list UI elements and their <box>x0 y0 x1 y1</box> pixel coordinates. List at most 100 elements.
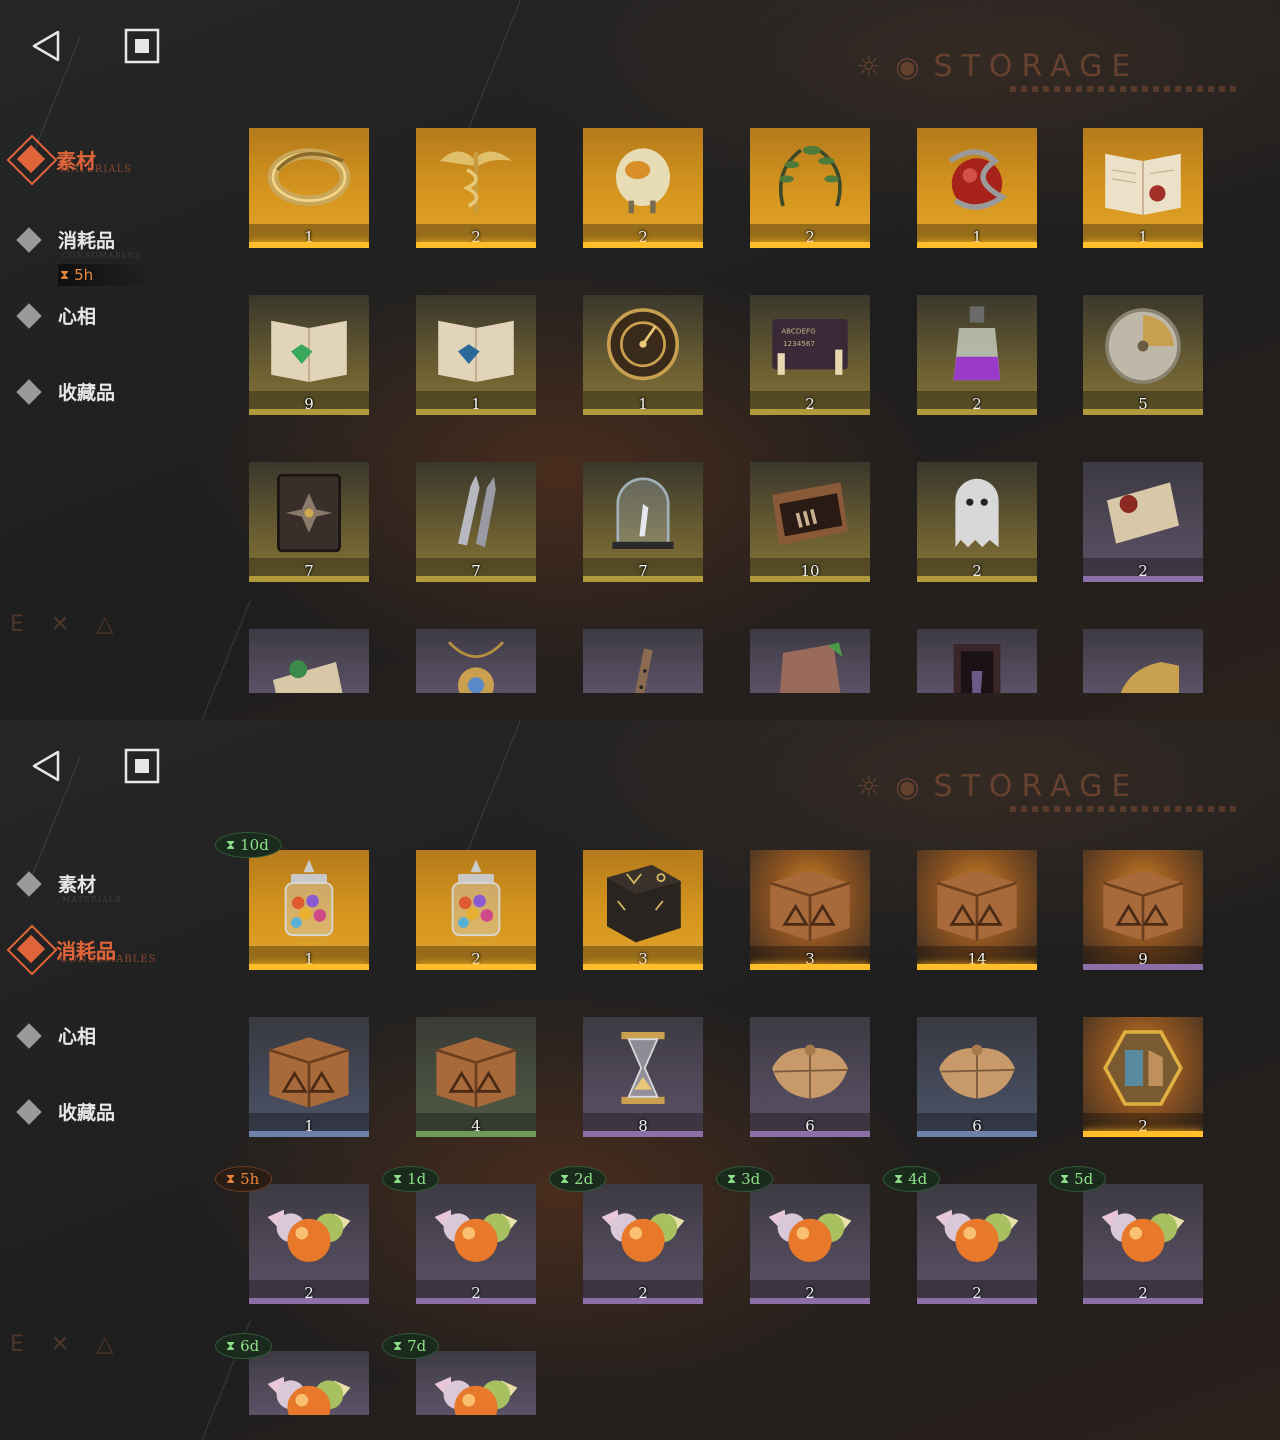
item-slot[interactable]: 2 <box>583 128 703 248</box>
expiry-timer-text: 10d <box>240 836 269 854</box>
item-slot[interactable] <box>917 629 1037 693</box>
nav-item-3[interactable]: 收藏品 <box>14 378 115 405</box>
divider-line <box>467 0 521 131</box>
item-slot[interactable]: 2 <box>1083 462 1203 582</box>
rarity-bar <box>750 1298 870 1304</box>
candy-icon <box>259 1190 359 1280</box>
item-slot[interactable]: 3 <box>583 850 703 970</box>
nav-item-3[interactable]: 收藏品 <box>14 1098 115 1125</box>
nav-item-sublabel: CONSUMABLES <box>60 954 157 965</box>
item-slot[interactable]: 1 <box>416 295 536 415</box>
candy-icon <box>593 1190 693 1280</box>
item-slot[interactable]: 1 <box>583 295 703 415</box>
item-slot[interactable]: ⧗ 6d <box>215 1333 369 1415</box>
item-tile: 14 <box>917 850 1037 970</box>
item-slot[interactable] <box>750 629 870 693</box>
hourglass-icon: ⧗ <box>393 1338 403 1354</box>
item-tile <box>249 1351 369 1415</box>
item-slot[interactable]: 14 <box>917 850 1037 970</box>
item-tile: 2 <box>1083 1184 1203 1304</box>
paper-parcel-icon <box>927 1023 1027 1113</box>
item-slot[interactable]: 2 <box>1083 1017 1203 1137</box>
item-tile: 7 <box>249 462 369 582</box>
nav-item-2[interactable]: 心相 <box>14 302 96 329</box>
rarity-bar <box>917 576 1037 582</box>
item-slot[interactable]: 9 <box>1083 850 1203 970</box>
item-slot[interactable]: 10 <box>750 462 870 582</box>
item-tile: 8 <box>583 1017 703 1137</box>
rarity-bar <box>1083 242 1203 248</box>
nav-item-0[interactable]: 素材 MATERIALS <box>14 870 120 904</box>
item-tile <box>1083 629 1203 693</box>
item-tile: 2 <box>583 1184 703 1304</box>
item-slot[interactable]: 4 <box>416 1017 536 1137</box>
hourglass-icon: ⧗ <box>226 837 236 853</box>
item-slot[interactable]: 1 <box>1083 128 1203 248</box>
expiry-timer-text: 4d <box>908 1170 928 1188</box>
item-slot[interactable]: 2 <box>917 462 1037 582</box>
item-slot[interactable]: 2 <box>416 850 536 970</box>
item-slot[interactable]: 2 ⧗ 3d <box>716 1166 870 1304</box>
item-slot[interactable]: 2 ⧗ 2d <box>549 1166 703 1304</box>
rarity-bar <box>1083 409 1203 415</box>
storage-title-text: STORAGE <box>933 768 1140 804</box>
rarity-bar <box>750 242 870 248</box>
item-slot[interactable]: 2 <box>416 128 536 248</box>
item-slot[interactable]: 6 <box>750 1017 870 1137</box>
rarity-bar <box>583 1131 703 1137</box>
rarity-bar <box>583 409 703 415</box>
wood-frame-icon <box>927 635 1027 693</box>
item-tile <box>249 629 369 693</box>
item-tile: 9 <box>249 295 369 415</box>
item-slot[interactable]: 8 <box>583 1017 703 1137</box>
nav-item-label: 收藏品 <box>58 1102 116 1124</box>
item-tile <box>583 629 703 693</box>
item-slot[interactable]: 5 <box>1083 295 1203 415</box>
item-slot[interactable]: 2 <box>750 128 870 248</box>
rarity-bar <box>416 1298 536 1304</box>
active-diamond-icon <box>6 134 58 186</box>
item-slot[interactable]: 2 ⧗ 5d <box>1049 1166 1203 1304</box>
item-slot[interactable] <box>583 629 703 693</box>
rarity-bar <box>583 1298 703 1304</box>
nav-item-1[interactable]: 消耗品 CONSUMABLES <box>6 924 155 976</box>
item-slot[interactable]: 2 <box>917 295 1037 415</box>
item-slot[interactable] <box>249 629 369 693</box>
expiry-timer-text: 6d <box>240 1337 260 1355</box>
item-slot[interactable] <box>1083 629 1203 693</box>
item-slot[interactable]: 1 ⧗ 10d <box>215 832 369 970</box>
item-tile <box>750 629 870 693</box>
item-slot[interactable]: 1 <box>249 1017 369 1137</box>
stone-tablet-icon <box>760 635 860 693</box>
item-slot[interactable]: 6 <box>917 1017 1037 1137</box>
item-slot[interactable]: 2 ⧗ 4d <box>883 1166 1037 1304</box>
item-slot[interactable]: ABCDEFG 1234567 2 <box>750 295 870 415</box>
nav-item-2[interactable]: 心相 <box>14 1022 96 1049</box>
item-slot[interactable]: ⧗ 7d <box>382 1333 536 1415</box>
nav-item-1[interactable]: 消耗品 CONSUMABLES <box>14 226 140 260</box>
item-slot[interactable] <box>416 629 536 693</box>
item-slot[interactable]: 9 <box>249 295 369 415</box>
rarity-bar <box>249 576 369 582</box>
candy-icon <box>259 1357 359 1415</box>
expiry-timer-badge: ⧗ 1d <box>382 1166 440 1192</box>
expiry-timer-badge: ⧗ 2d <box>549 1166 607 1192</box>
sun-icon: ☼ <box>856 49 882 83</box>
item-slot[interactable]: 1 <box>249 128 369 248</box>
rarity-bar <box>917 409 1037 415</box>
expiry-timer-badge: ⧗ 5h <box>215 1166 273 1192</box>
item-slot[interactable]: 7 <box>583 462 703 582</box>
nav-item-sublabel: MATERIALS <box>62 895 122 904</box>
rarity-bar <box>249 1298 369 1304</box>
diamond-icon <box>16 302 42 329</box>
item-slot[interactable]: 7 <box>416 462 536 582</box>
eye-icon: ◉ <box>895 49 920 83</box>
storage-screen: ☼ ◉ STORAGE E ✕ △ 素材 MATERIALS 消耗品 CONSUMABLES 心… <box>0 720 1280 1440</box>
nav-item-0[interactable]: 素材 MATERIALS <box>6 134 131 186</box>
item-slot[interactable]: 3 <box>750 850 870 970</box>
item-slot[interactable]: 2 ⧗ 1d <box>382 1166 536 1304</box>
item-slot[interactable]: 2 ⧗ 5h <box>215 1166 369 1304</box>
item-slot[interactable]: 7 <box>249 462 369 582</box>
item-slot[interactable]: 1 <box>917 128 1037 248</box>
bullets-icon <box>426 468 526 558</box>
